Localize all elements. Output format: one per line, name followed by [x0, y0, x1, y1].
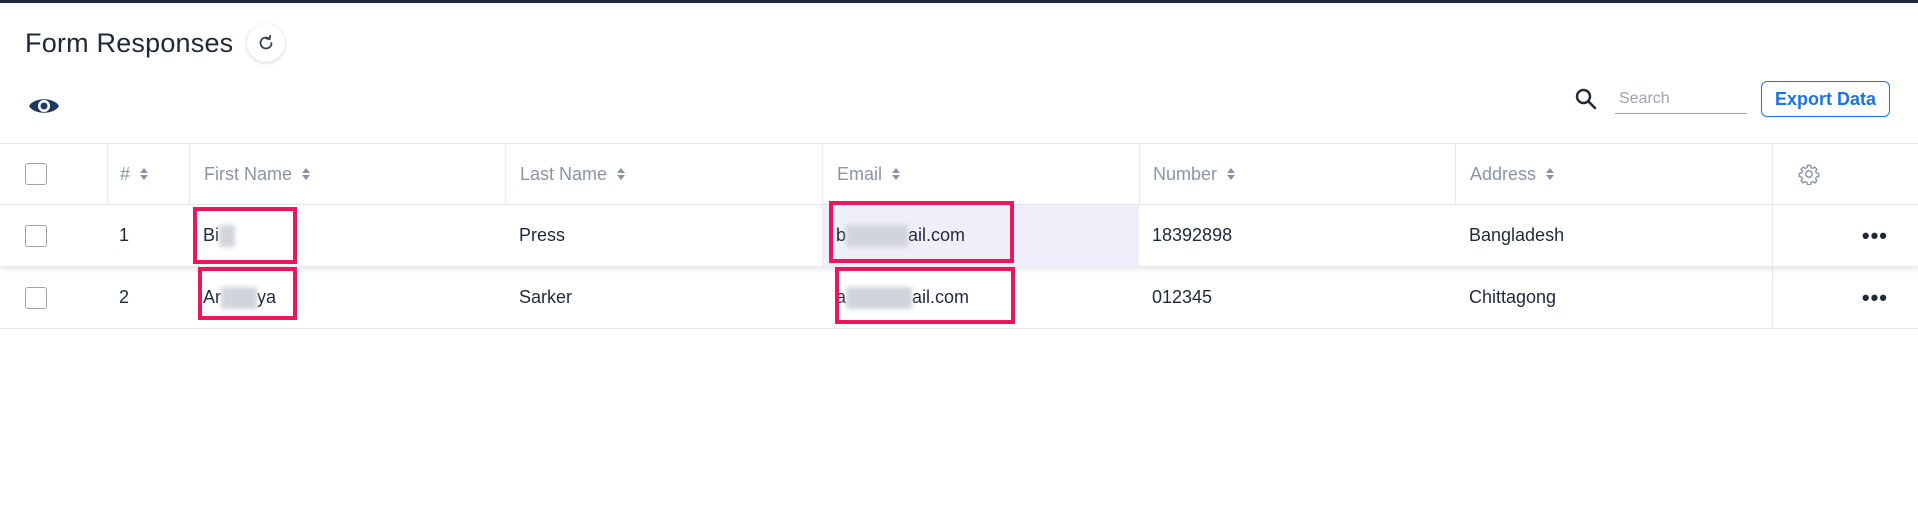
- cell-index: 1: [119, 225, 130, 245]
- column-label: Number: [1153, 163, 1218, 184]
- table-row[interactable]: 1 Bi Press b ail.com 18392898 Bangladesh …: [0, 205, 1918, 267]
- cell-first-name[interactable]: Ar ya: [189, 267, 505, 328]
- cell-last-name[interactable]: Sarker: [505, 267, 822, 328]
- responses-table: # First Name Last Name Email Number Addr…: [0, 143, 1918, 329]
- cell-number[interactable]: 18392898: [1139, 205, 1455, 266]
- email-suffix: ail.com: [912, 287, 970, 307]
- column-header-index[interactable]: #: [107, 144, 189, 204]
- first-name-text: Bi: [203, 225, 220, 245]
- sort-icon[interactable]: [1226, 167, 1236, 181]
- email-suffix: ail.com: [908, 225, 966, 245]
- export-data-button[interactable]: Export Data: [1760, 81, 1890, 117]
- page-header: Form Responses: [25, 20, 286, 66]
- cell-index: 2: [119, 287, 130, 307]
- select-all-checkbox[interactable]: [25, 163, 47, 185]
- cell-first-name[interactable]: Bi: [189, 205, 505, 266]
- first-name-text: Ar: [203, 287, 221, 307]
- sort-icon[interactable]: [1545, 167, 1555, 181]
- refresh-button[interactable]: [247, 24, 286, 62]
- sort-icon[interactable]: [301, 167, 311, 181]
- column-header-last-name[interactable]: Last Name: [505, 144, 822, 204]
- column-label: First Name: [204, 163, 293, 184]
- cell-last-name[interactable]: Press: [505, 205, 822, 266]
- gear-icon[interactable]: [1798, 163, 1820, 185]
- eye-icon[interactable]: [28, 94, 60, 118]
- column-header-address[interactable]: Address: [1455, 144, 1772, 204]
- search-input[interactable]: [1614, 84, 1747, 114]
- first-name-end: ya: [257, 287, 277, 307]
- cell-email[interactable]: a ail.com: [822, 267, 1139, 328]
- redacted-blur: [846, 286, 913, 309]
- row-actions-button[interactable]: •••: [1862, 224, 1888, 246]
- column-label: Email: [837, 163, 883, 184]
- redacted-blur: [221, 286, 257, 309]
- column-label: Address: [1470, 163, 1537, 184]
- sort-icon[interactable]: [139, 167, 149, 181]
- search-icon[interactable]: [1573, 86, 1599, 112]
- refresh-icon: [260, 34, 273, 50]
- cell-number[interactable]: 012345: [1139, 267, 1455, 328]
- top-border: [0, 0, 1918, 3]
- page-title: Form Responses: [25, 27, 234, 58]
- redacted-blur: [846, 224, 909, 247]
- redacted-blur: [219, 224, 236, 247]
- cell-email[interactable]: b ail.com: [822, 205, 1139, 266]
- row-checkbox[interactable]: [25, 224, 47, 247]
- row-actions-button[interactable]: •••: [1862, 286, 1888, 308]
- sort-icon[interactable]: [616, 167, 626, 181]
- cell-address[interactable]: Bangladesh: [1455, 205, 1772, 266]
- sort-icon[interactable]: [891, 167, 901, 181]
- column-header-email[interactable]: Email: [822, 144, 1139, 204]
- cell-address[interactable]: Chittagong: [1455, 267, 1772, 328]
- table-toolbar: Export Data: [1573, 80, 1890, 118]
- column-header-first-name[interactable]: First Name: [189, 144, 505, 204]
- table-row[interactable]: 2 Ar ya Sarker a ail.com 012345 Chittagong…: [0, 267, 1918, 329]
- column-label: #: [120, 163, 131, 184]
- email-prefix: b: [836, 225, 847, 245]
- column-header-number[interactable]: Number: [1139, 144, 1455, 204]
- table-header-row: # First Name Last Name Email Number Addr…: [0, 144, 1918, 205]
- email-prefix: a: [836, 287, 847, 307]
- column-label: Last Name: [520, 163, 608, 184]
- row-checkbox[interactable]: [25, 286, 47, 309]
